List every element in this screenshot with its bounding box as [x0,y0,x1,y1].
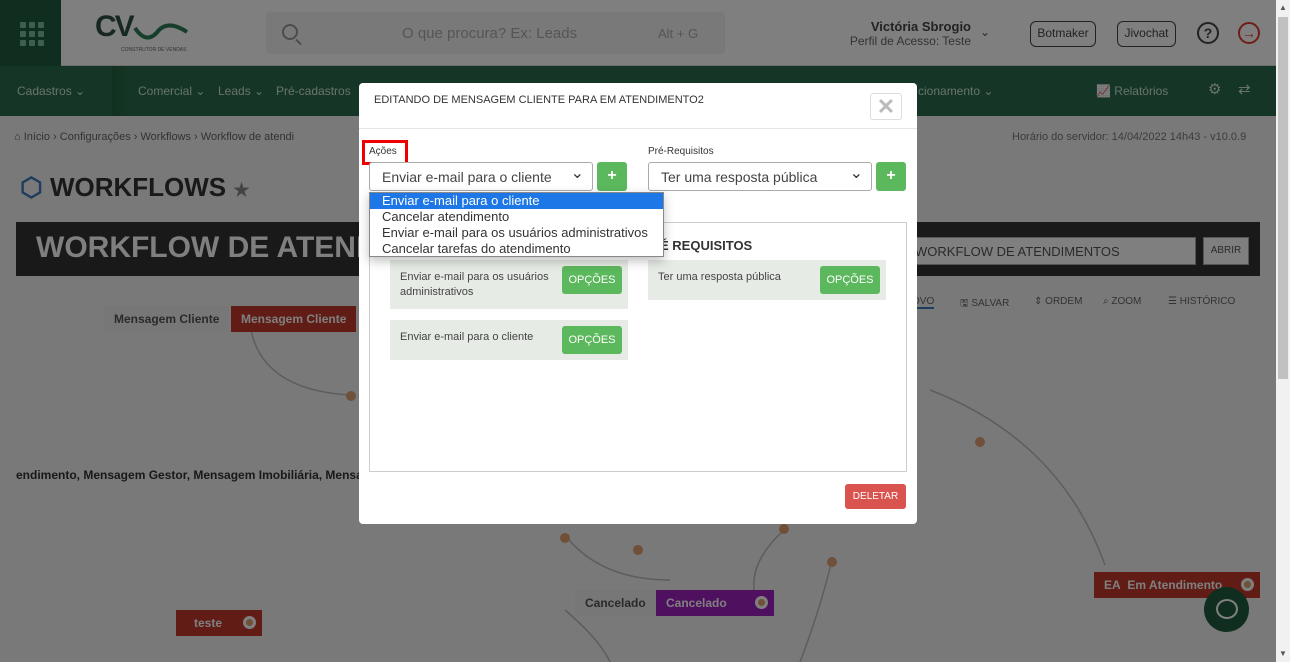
modal-title: EDITANDO DE MENSAGEM CLIENTE PARA EM ATE… [374,94,704,106]
prereq-select[interactable]: Ter uma resposta pública [648,162,872,191]
prereq-card: Ter uma resposta pública OPÇÕES [648,260,886,300]
dropdown-option[interactable]: Cancelar tarefas do atendimento [370,241,663,257]
prereq-label: Pré-Requisitos [648,146,714,157]
prereq-section-title: É REQUISITOS [660,238,753,253]
prereq-options-button[interactable]: OPÇÕES [820,266,880,294]
dropdown-option[interactable]: Enviar e-mail para os usuários administr… [370,225,663,241]
scroll-up-icon[interactable]: ▲ [1276,0,1290,16]
action-card: Enviar e-mail para os usuários administr… [390,260,628,309]
scroll-down-icon[interactable]: ▼ [1276,646,1290,662]
scrollbar-thumb[interactable] [1278,17,1288,379]
add-prereq-button[interactable]: + [876,162,906,191]
acoes-select[interactable]: Enviar e-mail para o cliente [369,162,593,191]
action-card-text: Enviar e-mail para o cliente [400,331,534,343]
action-options-button[interactable]: OPÇÕES [562,326,622,354]
dropdown-option[interactable]: Enviar e-mail para o cliente [370,193,663,209]
action-options-button[interactable]: OPÇÕES [562,266,622,294]
delete-button[interactable]: DELETAR [845,484,906,509]
close-icon[interactable]: ✕ [870,93,902,120]
action-card: Enviar e-mail para o cliente OPÇÕES [390,320,628,360]
dropdown-option[interactable]: Cancelar atendimento [370,209,663,225]
add-acao-button[interactable]: + [597,162,627,191]
action-card-text: Enviar e-mail para os usuários administr… [400,271,549,298]
prereq-card-text: Ter uma resposta pública [658,271,781,283]
modal-divider [359,128,917,129]
